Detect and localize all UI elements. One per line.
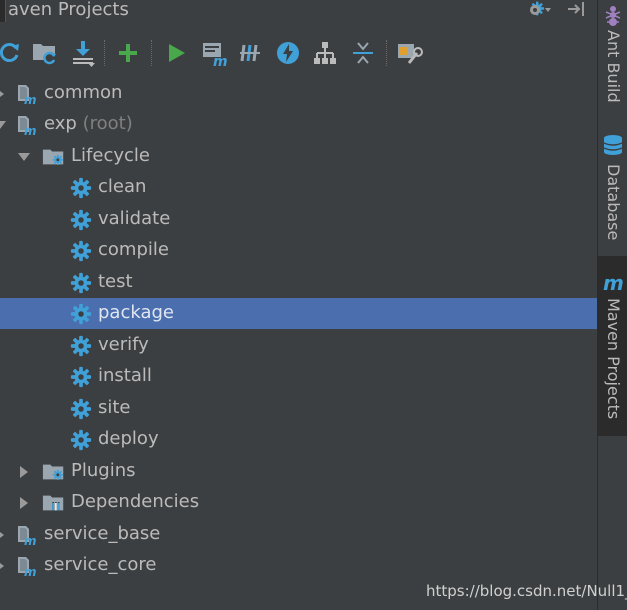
download-icon[interactable] — [68, 38, 98, 68]
gear-icon — [69, 366, 93, 388]
tree-node-plugins[interactable]: Plugins — [0, 456, 597, 487]
node-label: Plugins — [71, 460, 136, 481]
phase-label: verify — [98, 334, 149, 355]
phase-label: site — [98, 397, 131, 418]
plus-icon[interactable] — [113, 38, 143, 68]
expand-arrow-icon[interactable] — [0, 528, 7, 542]
lifecycle-phase[interactable]: verify — [0, 330, 597, 361]
node-label: service_base — [44, 523, 161, 544]
node-label: Lifecycle — [71, 145, 150, 166]
phase-label: install — [98, 365, 152, 386]
maven-projects-panel: aven Projects m common exp (root) Lifecy… — [0, 0, 597, 610]
tab-database[interactable]: Database — [598, 128, 627, 246]
lifecycle-phase[interactable]: clean — [0, 172, 597, 203]
expand-arrow-icon[interactable] — [17, 496, 31, 510]
lifecycle-phase[interactable]: test — [0, 267, 597, 298]
maven-module-icon — [16, 114, 40, 136]
maven-module-icon — [16, 524, 40, 546]
lifecycle-folder-icon — [42, 146, 66, 168]
title-edge — [0, 0, 6, 22]
wrench-icon[interactable] — [394, 38, 424, 68]
tree-node-dependencies[interactable]: Dependencies — [0, 487, 597, 518]
tab-label: Database — [604, 164, 623, 241]
gear-icon — [69, 177, 93, 199]
lifecycle-phase[interactable]: validate — [0, 204, 597, 235]
phase-label: deploy — [98, 428, 159, 449]
tab-label: Ant Build — [604, 30, 623, 103]
gear-icon — [69, 240, 93, 262]
tree-node-service-base[interactable]: service_base — [0, 519, 597, 550]
svg-text:m: m — [213, 54, 228, 67]
gear-icon — [69, 335, 93, 357]
tab-ant-build[interactable]: Ant Build — [598, 0, 627, 110]
phase-label: test — [98, 271, 133, 292]
maven-module-icon — [16, 555, 40, 577]
tab-label: Maven Projects — [604, 298, 623, 420]
run-icon[interactable] — [161, 38, 191, 68]
node-label: common — [44, 82, 123, 103]
phase-label: package — [98, 302, 174, 323]
toolbar-separator — [104, 40, 105, 66]
panel-title: aven Projects — [8, 0, 129, 20]
gear-icon — [69, 303, 93, 325]
root-marker: (root) — [82, 113, 133, 134]
tree-node-exp[interactable]: exp (root) — [0, 109, 597, 140]
plugins-folder-icon — [42, 461, 66, 483]
tab-maven-projects[interactable]: m Maven Projects — [598, 256, 627, 436]
database-icon — [603, 135, 623, 155]
maven-icon: m — [603, 272, 624, 294]
phase-label: compile — [98, 239, 169, 260]
project-name: exp — [44, 113, 77, 134]
maven-module-icon — [16, 83, 40, 105]
maven-goal-icon[interactable]: m — [199, 38, 229, 68]
tree-node-service-core[interactable]: service_core — [0, 550, 597, 581]
hide-panel-icon[interactable] — [566, 0, 588, 20]
lightning-icon[interactable] — [273, 38, 303, 68]
node-label: service_core — [44, 554, 157, 575]
lifecycle-phase-selected[interactable]: package — [0, 298, 597, 329]
phase-label: clean — [98, 176, 147, 197]
node-label: exp (root) — [44, 112, 133, 136]
folder-refresh-icon[interactable] — [30, 38, 60, 68]
node-label: Dependencies — [71, 491, 200, 512]
tree-node-lifecycle[interactable]: Lifecycle — [0, 141, 597, 172]
diagram-icon[interactable] — [310, 38, 340, 68]
panel-titlebar: aven Projects — [0, 0, 597, 22]
gear-icon — [69, 429, 93, 451]
lifecycle-phase[interactable]: deploy — [0, 424, 597, 455]
refresh-icon[interactable] — [0, 38, 24, 68]
toolbar-separator — [386, 40, 387, 66]
ant-icon — [605, 6, 621, 26]
expand-arrow-icon[interactable] — [0, 87, 7, 101]
expand-arrow-icon[interactable] — [0, 559, 7, 573]
gear-icon — [69, 272, 93, 294]
right-tool-window-bar: Ant Build Database m Maven Projects — [597, 0, 627, 610]
gear-icon — [69, 209, 93, 231]
tree-node-common[interactable]: common — [0, 78, 597, 109]
collapse-icon[interactable] — [348, 38, 378, 68]
phase-label: validate — [98, 208, 171, 229]
panel-settings-gear-icon[interactable] — [524, 0, 554, 20]
svg-text:m: m — [603, 272, 624, 294]
lifecycle-phase[interactable]: install — [0, 361, 597, 392]
expand-arrow-icon[interactable] — [17, 465, 31, 479]
watermark-text: https://blog.csdn.net/Null1_ — [426, 582, 627, 600]
lifecycle-phase[interactable]: compile — [0, 235, 597, 266]
maven-toolbar: m — [0, 34, 597, 72]
gear-icon — [69, 398, 93, 420]
library-folder-icon — [42, 492, 66, 514]
lifecycle-phase[interactable]: site — [0, 393, 597, 424]
collapse-arrow-icon[interactable] — [0, 118, 7, 132]
collapse-arrow-icon[interactable] — [17, 150, 31, 164]
toolbar-separator — [151, 40, 152, 66]
offline-icon[interactable] — [236, 38, 266, 68]
